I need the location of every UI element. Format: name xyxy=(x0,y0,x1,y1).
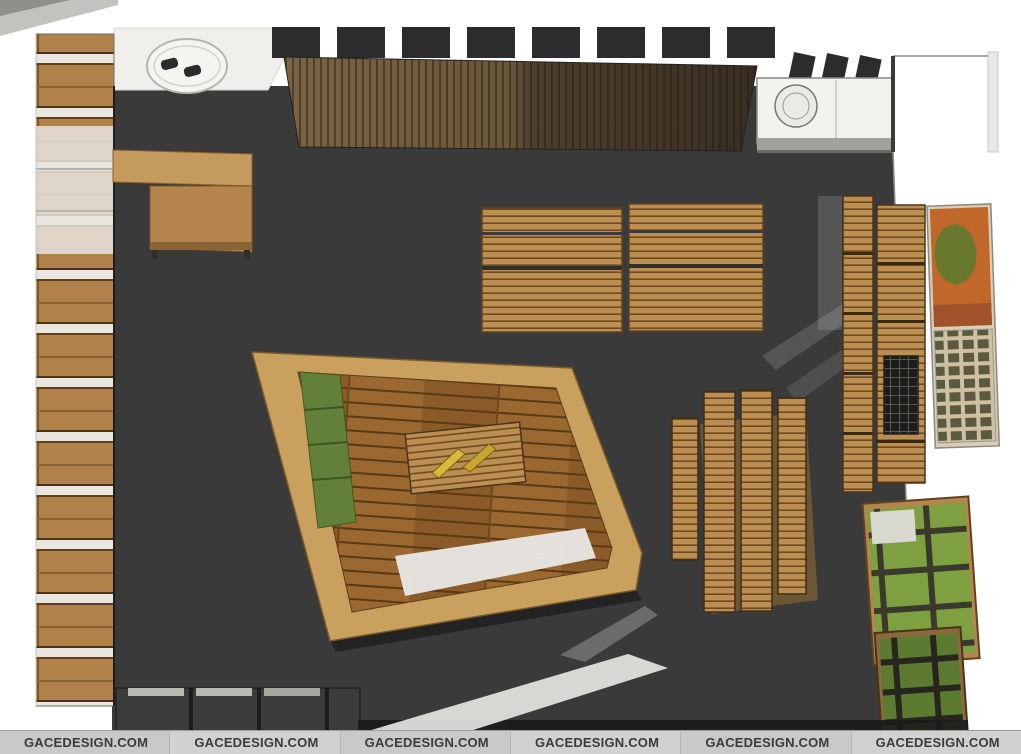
render-viewport: GACEDESIGN.COM GACEDESIGN.COM GACEDESIGN… xyxy=(0,0,1021,754)
ceiling-light-fixture xyxy=(147,39,227,93)
watermark-segment: GACEDESIGN.COM xyxy=(851,731,1021,754)
watermark-text: GACEDESIGN.COM xyxy=(705,735,829,750)
watermark-text: GACEDESIGN.COM xyxy=(194,735,318,750)
watermark-segment: GACEDESIGN.COM xyxy=(169,731,339,754)
watermark-bar: GACEDESIGN.COM GACEDESIGN.COM GACEDESIGN… xyxy=(0,730,1021,754)
watermark-text: GACEDESIGN.COM xyxy=(24,735,148,750)
top-left-wall-corner xyxy=(0,0,118,36)
slatted-table-group-right xyxy=(629,204,763,331)
watermark-text: GACEDESIGN.COM xyxy=(365,735,489,750)
watermark-segment: GACEDESIGN.COM xyxy=(510,731,680,754)
watermark-segment: GACEDESIGN.COM xyxy=(340,731,510,754)
wall-poster xyxy=(927,204,999,448)
left-shelving-unit xyxy=(36,34,115,706)
slatted-ceiling-panel xyxy=(284,57,757,151)
bottom-cabinets xyxy=(116,688,360,734)
right-wall-shelving xyxy=(843,196,925,492)
watermark-segment: GACEDESIGN.COM xyxy=(0,731,169,754)
shelf-grid-insert xyxy=(884,356,918,434)
watermark-segment: GACEDESIGN.COM xyxy=(680,731,850,754)
ac-unit xyxy=(757,78,893,153)
interior-render xyxy=(0,0,1021,754)
slatted-table-group-left xyxy=(482,208,622,332)
watermark-text: GACEDESIGN.COM xyxy=(535,735,659,750)
watermark-text: GACEDESIGN.COM xyxy=(876,735,1000,750)
platform-display-table xyxy=(405,422,526,494)
